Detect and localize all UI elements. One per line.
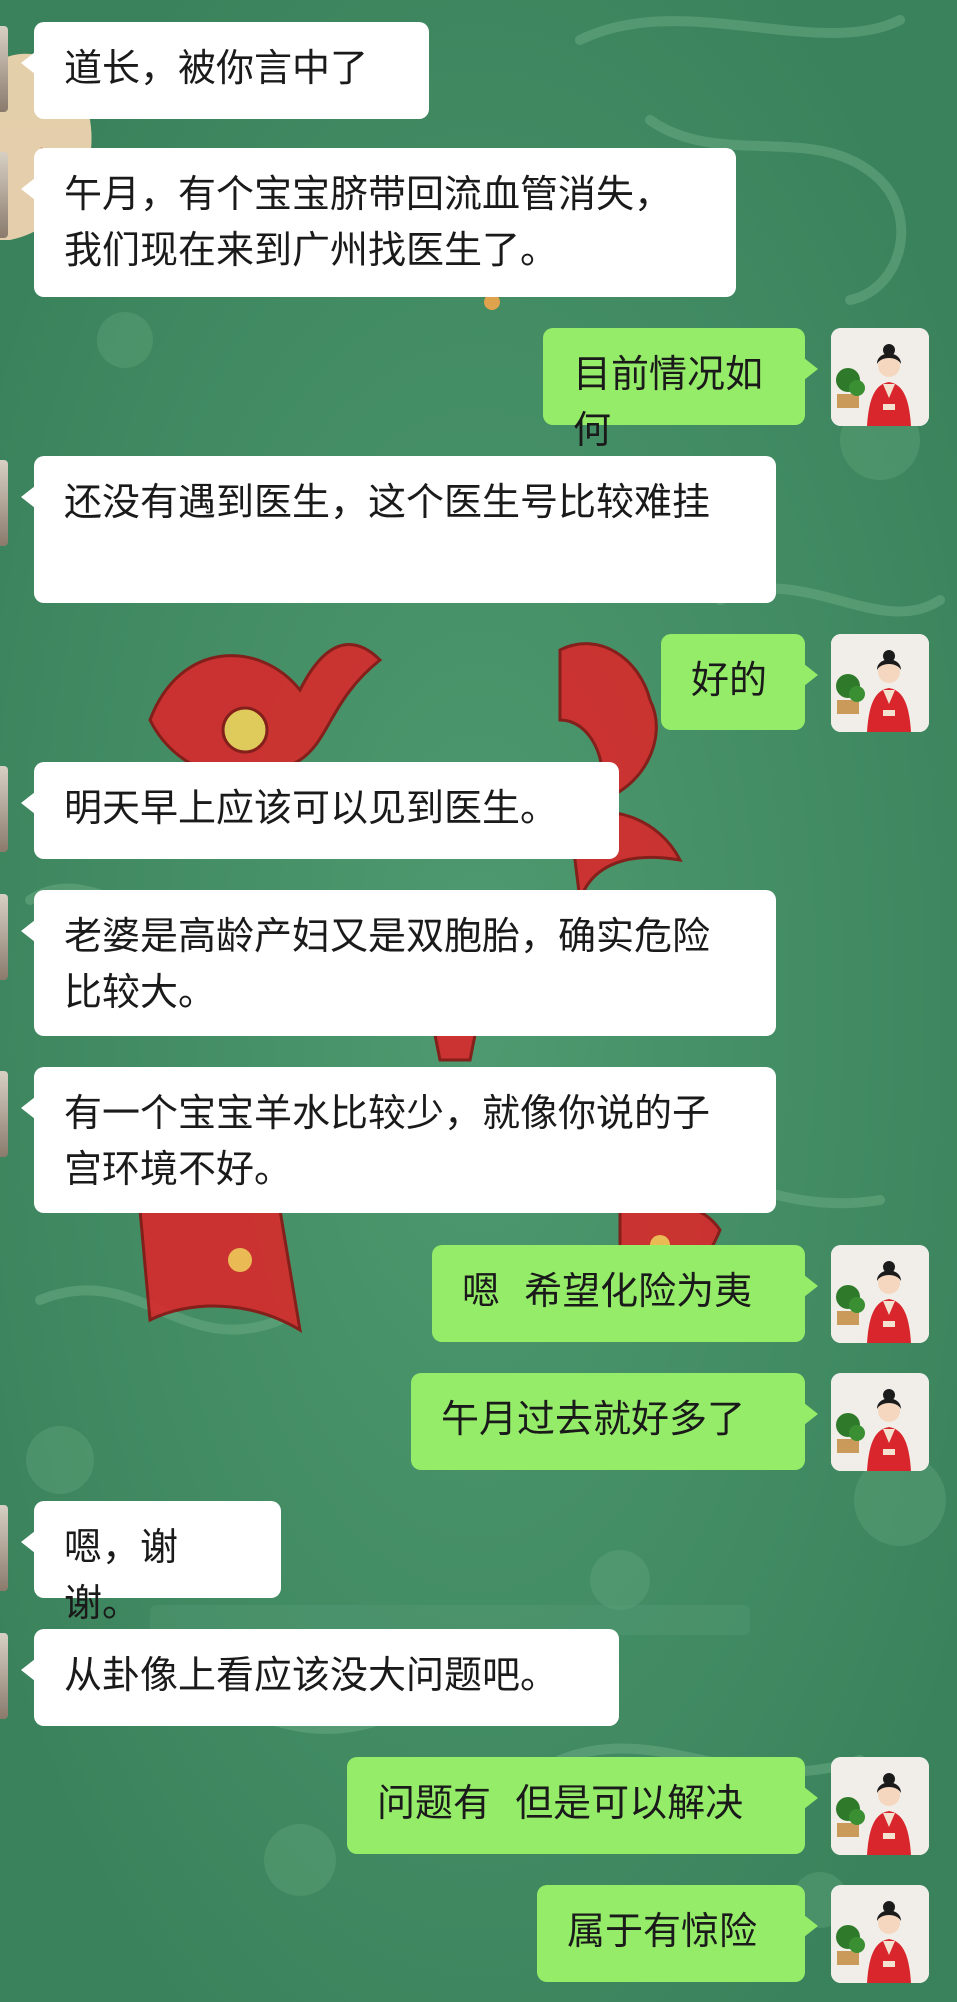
- incoming-message-bubble[interactable]: 明天早上应该可以见到医生。: [21, 762, 619, 859]
- contact-avatar-edge[interactable]: [0, 1505, 8, 1591]
- incoming-message-bubble[interactable]: 有一个宝宝羊水比较少，就像你说的子宫环境不好。: [21, 1067, 776, 1213]
- outgoing-message-bubble[interactable]: 目前情况如何: [543, 328, 818, 452]
- incoming-message-bubble[interactable]: 午月，有个宝宝脐带回流血管消失，我们现在来到广州找医生了。: [21, 148, 736, 297]
- incoming-message-bubble[interactable]: 老婆是高龄产妇又是双胞胎，确实危险比较大。: [21, 890, 776, 1036]
- outgoing-message-bubble[interactable]: 午月过去就好多了: [411, 1373, 818, 1470]
- contact-avatar-edge[interactable]: [0, 152, 8, 238]
- woman-in-red-hanfu-avatar-icon[interactable]: [831, 634, 929, 732]
- contact-avatar-edge[interactable]: [0, 1071, 8, 1157]
- woman-in-red-hanfu-avatar-icon[interactable]: [831, 328, 929, 426]
- contact-avatar-edge[interactable]: [0, 766, 8, 852]
- contact-avatar-edge[interactable]: [0, 894, 8, 980]
- woman-in-red-hanfu-avatar-icon[interactable]: [831, 1373, 929, 1471]
- outgoing-message-bubble[interactable]: 问题有 但是可以解决: [347, 1757, 818, 1854]
- incoming-message-bubble[interactable]: 还没有遇到医生，这个医生号比较难挂: [21, 456, 776, 603]
- woman-in-red-hanfu-avatar-icon[interactable]: [831, 1245, 929, 1343]
- contact-avatar-edge[interactable]: [0, 460, 8, 546]
- incoming-message-bubble[interactable]: 道长，被你言中了: [21, 22, 429, 119]
- outgoing-message-bubble[interactable]: 嗯 希望化险为夷: [432, 1245, 818, 1342]
- incoming-message-bubble[interactable]: 嗯，谢谢。: [21, 1501, 281, 1625]
- outgoing-message-bubble[interactable]: 好的: [661, 634, 818, 730]
- woman-in-red-hanfu-avatar-icon[interactable]: [831, 1885, 929, 1983]
- incoming-message-bubble[interactable]: 从卦像上看应该没大问题吧。: [21, 1629, 619, 1726]
- contact-avatar-edge[interactable]: [0, 1633, 8, 1719]
- woman-in-red-hanfu-avatar-icon[interactable]: [831, 1757, 929, 1855]
- outgoing-message-bubble[interactable]: 属于有惊险: [537, 1885, 818, 1982]
- contact-avatar-edge[interactable]: [0, 26, 8, 112]
